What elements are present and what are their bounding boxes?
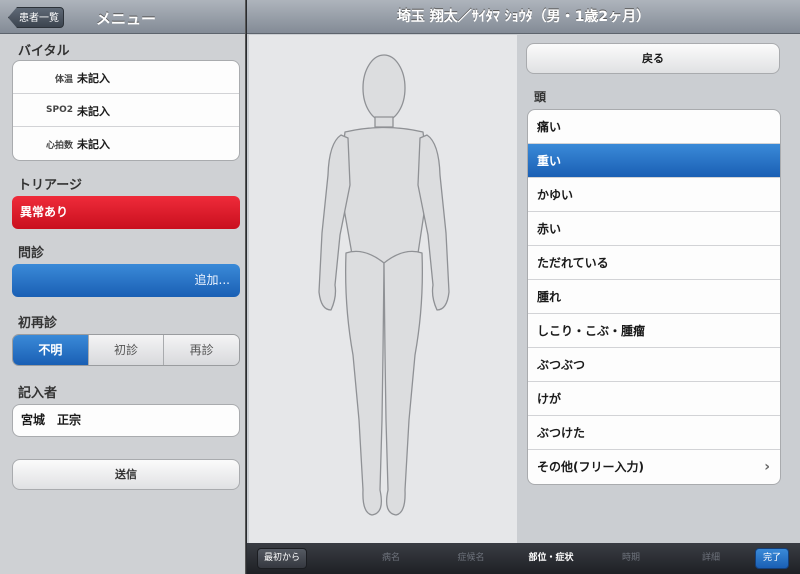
visit-type-heading: 初再診 (18, 316, 58, 331)
consult-add-button[interactable]: 追加... (12, 264, 240, 297)
visit-type-first[interactable]: 初診 (87, 335, 164, 365)
menu-title: メニュー (96, 10, 157, 28)
step-toolbar: 最初から 病名 症候名 部位・症状 時期 詳細 完了 (247, 543, 800, 574)
symptom-item[interactable]: 腫れ (528, 280, 780, 314)
triage-heading: トリアージ (18, 178, 82, 193)
symptom-item[interactable]: 赤い (528, 212, 780, 246)
vitals-heading: バイタル (18, 44, 70, 59)
send-button[interactable]: 送信 (12, 459, 240, 490)
body-figure[interactable] (249, 35, 517, 543)
symptom-item-label: その他(フリー入力) (537, 460, 644, 474)
body-part-heading: 頭 (534, 90, 547, 104)
chevron-right-icon: › (764, 459, 770, 475)
body-head (362, 54, 406, 122)
author-heading: 記入者 (18, 386, 58, 401)
menu-panel: 患者一覧 メニュー バイタル 体温 未記入 SPO2 未記入 心拍数 未記入 ト… (0, 0, 246, 574)
step-disease[interactable]: 病名 (351, 548, 431, 569)
body-neck (374, 116, 394, 128)
vitals-group: 体温 未記入 SPO2 未記入 心拍数 未記入 (12, 60, 240, 161)
symptom-panel: 埼玉 翔太／ｻｲﾀﾏ ｼｮｳﾀ（男・1歳2ヶ月） 戻る 頭 痛い 重い かゆい … (247, 0, 800, 574)
restart-button[interactable]: 最初から (257, 548, 307, 569)
back-button[interactable]: 戻る (526, 43, 780, 74)
triage-status-button[interactable]: 異常あり (12, 196, 240, 229)
vital-label: 体温 (54, 75, 73, 85)
step-progress: 病名 症候名 部位・症状 時期 詳細 (351, 548, 751, 569)
visit-type-segmented-control: 不明 初診 再診 (12, 334, 240, 366)
vital-value: 未記入 (77, 105, 110, 118)
symptom-item-free-input[interactable]: その他(フリー入力) › (528, 450, 780, 484)
symptom-item[interactable]: ぶつけた (528, 416, 780, 450)
vital-label: SPO2 (46, 105, 73, 115)
symptom-item[interactable]: 痛い (528, 110, 780, 144)
step-timing[interactable]: 時期 (591, 548, 671, 569)
vital-value: 未記入 (77, 72, 110, 85)
body-right-leg (383, 250, 424, 516)
visit-type-unknown[interactable]: 不明 (13, 335, 88, 365)
vital-label: 心拍数 (45, 141, 73, 151)
step-syndrome[interactable]: 症候名 (431, 548, 511, 569)
patient-title: 埼玉 翔太／ｻｲﾀﾏ ｼｮｳﾀ（男・1歳2ヶ月） (396, 9, 651, 25)
symptom-item[interactable]: かゆい (528, 178, 780, 212)
vital-row-temperature[interactable]: 体温 未記入 (13, 61, 239, 94)
body-map-canvas (249, 35, 517, 543)
body-left-leg (344, 250, 385, 516)
symptom-item[interactable]: しこり・こぶ・腫瘤 (528, 314, 780, 348)
visit-type-return[interactable]: 再診 (163, 335, 239, 365)
vital-row-heart-rate[interactable]: 心拍数 未記入 (13, 127, 239, 160)
step-details[interactable]: 詳細 (671, 548, 751, 569)
symptom-item-selected[interactable]: 重い (528, 144, 780, 178)
vital-row-spo2[interactable]: SPO2 未記入 (13, 94, 239, 127)
step-body-part-symptom[interactable]: 部位・症状 (511, 548, 591, 569)
symptom-list: 痛い 重い かゆい 赤い ただれている 腫れ しこり・こぶ・腫瘤 ぶつぶつ けが… (527, 109, 781, 485)
symptom-item[interactable]: けが (528, 382, 780, 416)
symptom-item[interactable]: ただれている (528, 246, 780, 280)
body-torso (338, 126, 430, 265)
menu-nav-bar: 患者一覧 メニュー (0, 0, 245, 34)
vital-value: 未記入 (77, 138, 110, 151)
consult-heading: 問診 (18, 246, 45, 261)
patient-nav-bar: 埼玉 翔太／ｻｲﾀﾏ ｼｮｳﾀ（男・1歳2ヶ月） (247, 0, 800, 34)
done-button[interactable]: 完了 (755, 548, 789, 569)
symptom-item[interactable]: ぶつぶつ (528, 348, 780, 382)
patient-list-back-button[interactable]: 患者一覧 (8, 7, 64, 28)
author-field[interactable]: 宮城 正宗 (12, 404, 240, 437)
